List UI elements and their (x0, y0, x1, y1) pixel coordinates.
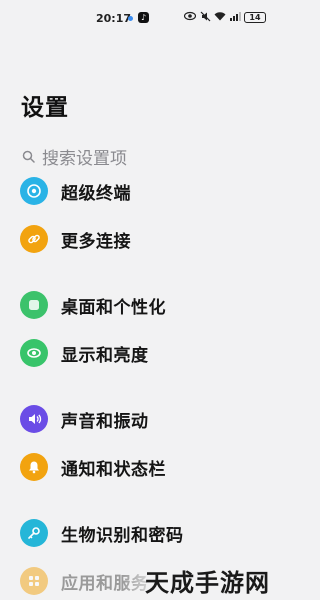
search-placeholder: 搜索设置项 (42, 148, 127, 169)
eye-comfort-icon (183, 11, 197, 23)
settings-item-display-brightness[interactable]: 显示和亮度 (20, 338, 256, 368)
battery-icon: 14 (244, 11, 266, 23)
status-icons: 14 (183, 11, 266, 23)
search-icon (20, 148, 36, 164)
sound-icon (20, 405, 48, 433)
notification-dot-icon (128, 16, 133, 21)
settings-item-notifications-status-bar[interactable]: 通知和状态栏 (20, 452, 256, 482)
settings-item-label: 显示和亮度 (61, 345, 149, 366)
settings-item-biometrics-password[interactable]: 生物识别和密码 (20, 518, 256, 548)
bell-icon (20, 453, 48, 481)
status-time: 20:17 (96, 12, 132, 25)
page-title: 设置 (21, 95, 69, 121)
settings-item-desktop-personalization[interactable]: 桌面和个性化 (20, 290, 256, 320)
settings-item-label: 声音和振动 (61, 411, 149, 432)
no-sound-icon (199, 11, 211, 23)
tiktok-notification-icon: ♪ (138, 12, 149, 23)
settings-item-sound-vibration[interactable]: 声音和振动 (20, 404, 256, 434)
wifi-icon (214, 11, 226, 23)
status-bar: 20:17 ♪ 14 (0, 0, 276, 40)
watermark-text: 天成手游网 (145, 568, 270, 597)
settings-item-label: 更多连接 (61, 231, 131, 252)
settings-item-label: 生物识别和密码 (61, 525, 184, 546)
apps-icon (20, 567, 48, 595)
search-bar[interactable]: 搜索设置项 (20, 144, 256, 169)
settings-item-super-terminal[interactable]: 超级终端 (20, 176, 256, 206)
settings-item-label: 通知和状态栏 (61, 459, 166, 480)
signal-icon (229, 11, 241, 23)
settings-item-label: 超级终端 (61, 183, 131, 204)
settings-item-label: 桌面和个性化 (61, 297, 166, 318)
super-terminal-icon (20, 177, 48, 205)
eye-icon (20, 339, 48, 367)
link-icon (20, 225, 48, 253)
key-icon (20, 519, 48, 547)
watermark: 天成手游网 (122, 562, 272, 598)
desktop-icon (20, 291, 48, 319)
settings-item-more-connections[interactable]: 更多连接 (20, 224, 256, 254)
